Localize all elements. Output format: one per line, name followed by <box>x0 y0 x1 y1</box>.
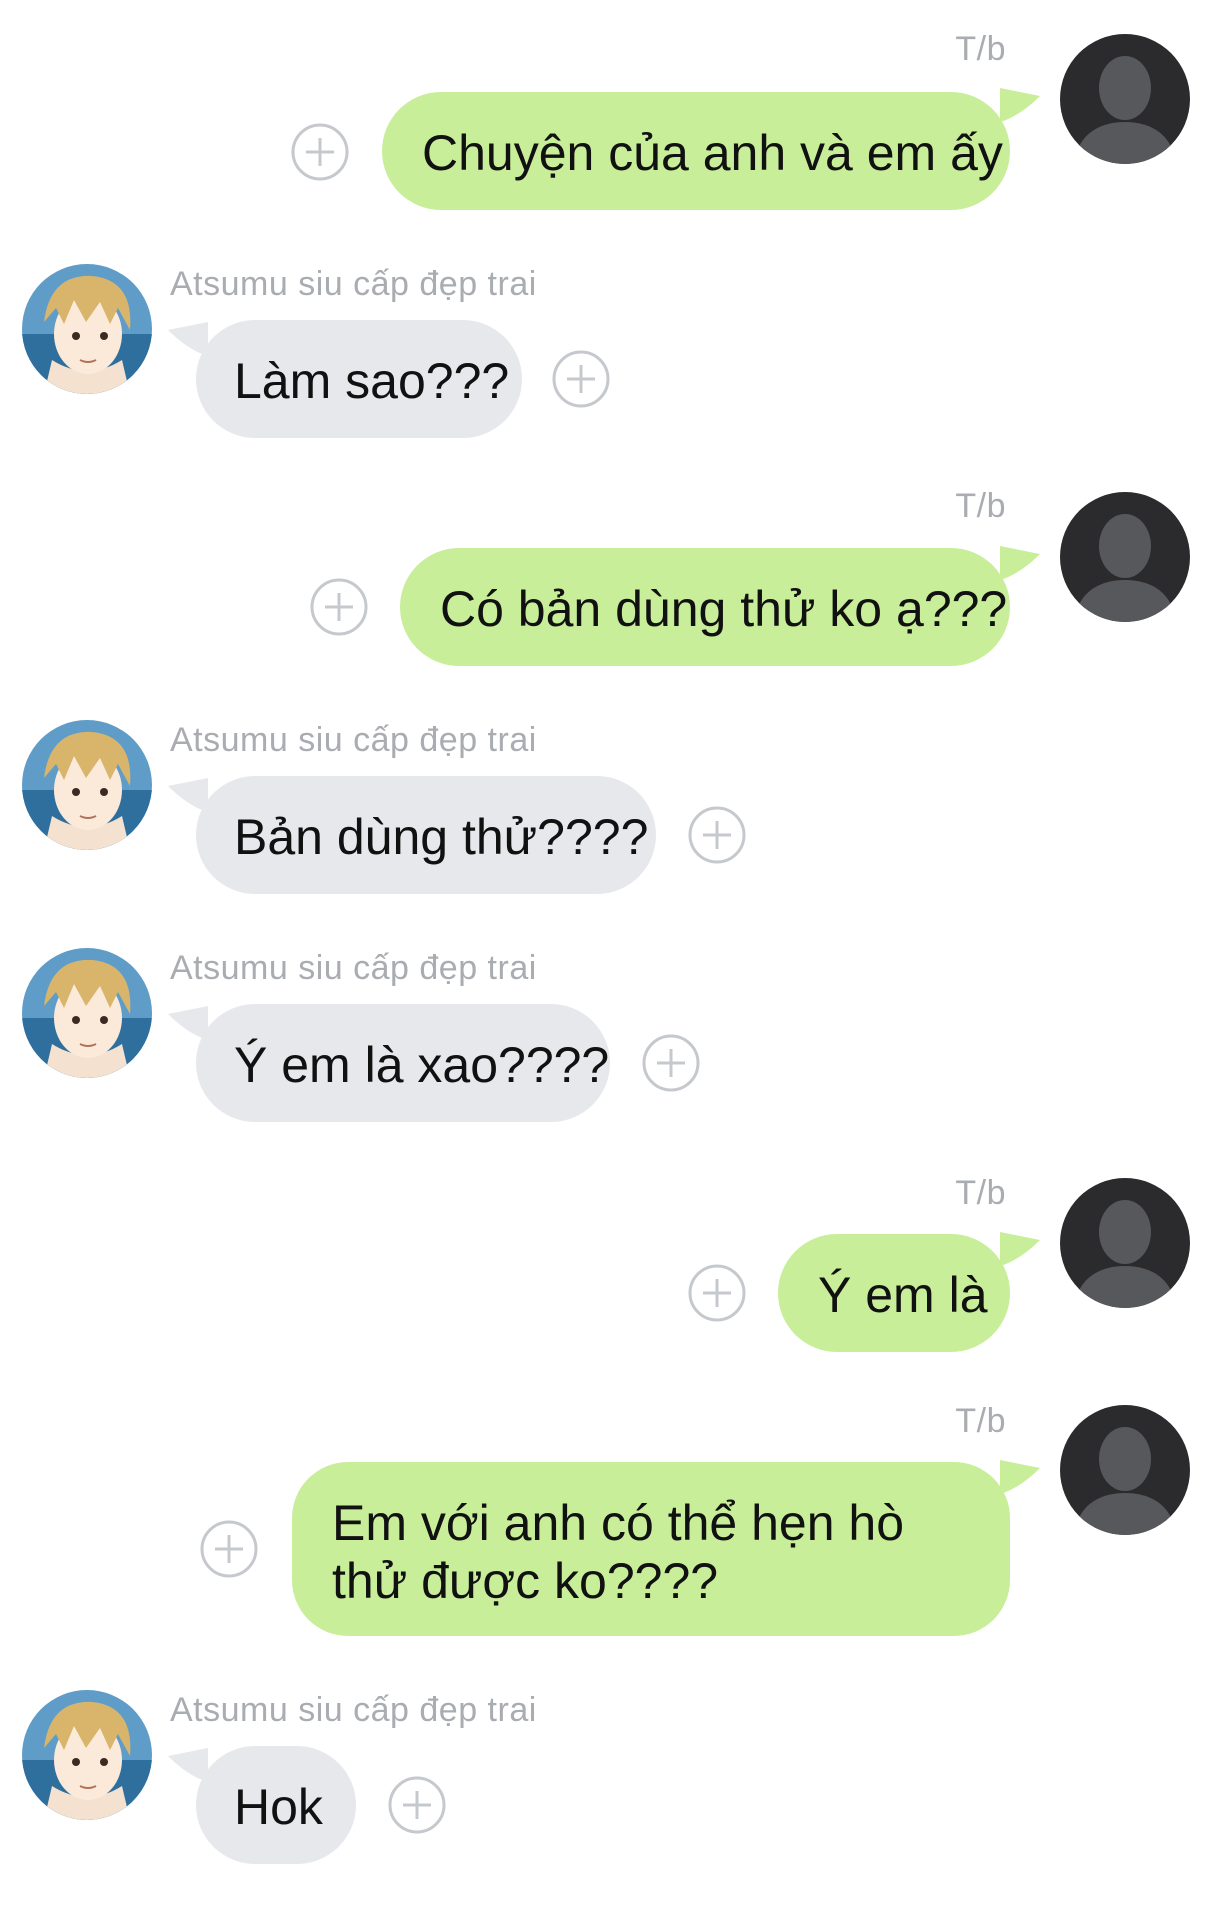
sender-label: T/b <box>955 30 1006 68</box>
user-avatar-icon[interactable] <box>1060 34 1190 164</box>
plus-circle-icon[interactable] <box>200 1520 258 1578</box>
bubble-tail <box>1000 1460 1040 1500</box>
contact-avatar-icon[interactable] <box>22 720 152 850</box>
message-bubble[interactable]: Chuyện của anh và em ấy <box>382 92 1010 210</box>
chat-thread[interactable]: T/b Chuyện của anh và em ấy Atsumu siu c… <box>0 0 1206 1920</box>
message-bubble[interactable]: Ý em là <box>778 1234 1010 1352</box>
contact-avatar-icon[interactable] <box>22 264 152 394</box>
user-avatar-icon[interactable] <box>1060 1178 1190 1308</box>
user-avatar-icon[interactable] <box>1060 492 1190 622</box>
message-bubble[interactable]: Ý em là xao???? <box>196 1004 610 1122</box>
sender-label: T/b <box>955 487 1006 525</box>
user-avatar-icon[interactable] <box>1060 1405 1190 1535</box>
sender-name: Atsumu siu cấp đẹp trai <box>170 265 537 303</box>
bubble-tail <box>1000 88 1040 128</box>
contact-avatar-icon[interactable] <box>22 1690 152 1820</box>
plus-circle-icon[interactable] <box>688 806 746 864</box>
message-bubble[interactable]: Có bản dùng thử ko ạ??? <box>400 548 1010 666</box>
message-bubble[interactable]: Làm sao??? <box>196 320 522 438</box>
bubble-tail <box>1000 1232 1040 1272</box>
message-bubble[interactable]: Bản dùng thử???? <box>196 776 656 894</box>
message-bubble[interactable]: Hok <box>196 1746 356 1864</box>
sender-name: Atsumu siu cấp đẹp trai <box>170 1691 537 1729</box>
plus-circle-icon[interactable] <box>642 1034 700 1092</box>
sender-name: Atsumu siu cấp đẹp trai <box>170 949 537 987</box>
bubble-tail <box>1000 546 1040 586</box>
contact-avatar-icon[interactable] <box>22 948 152 1078</box>
message-outgoing: T/b Chuyện của anh và em ấy <box>0 0 1206 210</box>
message-bubble[interactable]: Em với anh có thể hẹn hò thử được ko???? <box>292 1462 1010 1636</box>
sender-label: T/b <box>955 1402 1006 1440</box>
sender-name: Atsumu siu cấp đẹp trai <box>170 721 537 759</box>
sender-label: T/b <box>955 1174 1006 1212</box>
plus-circle-icon[interactable] <box>291 123 349 181</box>
plus-circle-icon[interactable] <box>688 1264 746 1322</box>
plus-circle-icon[interactable] <box>388 1776 446 1834</box>
plus-circle-icon[interactable] <box>310 578 368 636</box>
plus-circle-icon[interactable] <box>552 350 610 408</box>
